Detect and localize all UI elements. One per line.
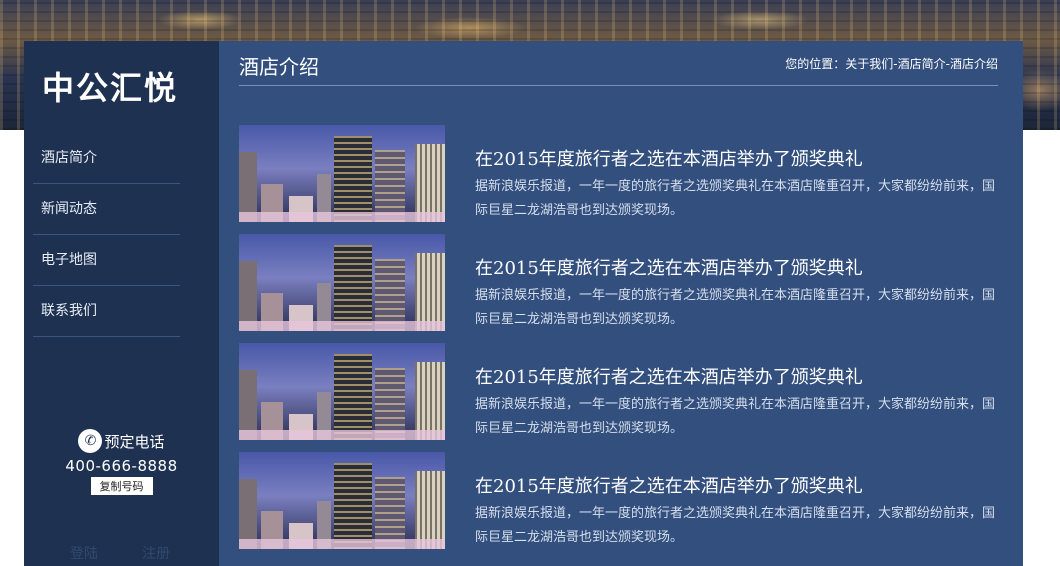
login-link[interactable]: 登陆 (70, 543, 98, 563)
article-title[interactable]: 在2015年度旅行者之选在本酒店举办了颁奖典礼 (475, 145, 1005, 171)
article-summary: 据新浪娱乐报道，一年一度的旅行者之选颁奖典礼在本酒店隆重召开，大家都纷纷前来，国… (475, 288, 996, 327)
breadcrumb-item-hotel-intro[interactable]: 酒店简介 (898, 57, 946, 71)
article-thumbnail[interactable] (239, 234, 445, 331)
article-title[interactable]: 在2015年度旅行者之选在本酒店举办了颁奖典礼 (475, 363, 1005, 389)
article-item: 在2015年度旅行者之选在本酒店举办了颁奖典礼 据新浪娱乐报道，一年一度的旅行者… (239, 234, 999, 331)
nav-item-hotel-intro[interactable]: 酒店简介 (33, 133, 180, 184)
article-item: 在2015年度旅行者之选在本酒店举办了颁奖典礼 据新浪娱乐报道，一年一度的旅行者… (239, 125, 999, 222)
booking-phone-number: 400-666-8888 (65, 457, 178, 475)
booking-phone-label: 预定电话 (104, 432, 165, 451)
breadcrumb-item-current: 酒店介绍 (949, 57, 998, 71)
auth-links: 登陆 注册 (70, 543, 190, 563)
article-title[interactable]: 在2015年度旅行者之选在本酒店举办了颁奖典礼 (475, 472, 1005, 498)
breadcrumb-item-about[interactable]: 关于我们 (845, 57, 893, 71)
title-divider (239, 85, 998, 86)
brand-logo[interactable]: 中公汇悦 (42, 63, 202, 109)
breadcrumb-prefix: 您的位置： (785, 57, 846, 71)
booking-phone-heading: ✆ 预定电话 (24, 429, 219, 453)
article-summary: 据新浪娱乐报道，一年一度的旅行者之选颁奖典礼在本酒店隆重召开，大家都纷纷前来，国… (475, 397, 996, 436)
main-content: 酒店介绍 您的位置：关于我们-酒店简介-酒店介绍 在2015年度旅行者之选在本酒… (219, 41, 1023, 566)
article-summary: 据新浪娱乐报道，一年一度的旅行者之选颁奖典礼在本酒店隆重召开，大家都纷纷前来，国… (475, 179, 996, 218)
article-thumbnail[interactable] (239, 343, 445, 440)
article-item: 在2015年度旅行者之选在本酒店举办了颁奖典礼 据新浪娱乐报道，一年一度的旅行者… (239, 452, 999, 549)
sidebar: 中公汇悦 酒店简介 新闻动态 电子地图 联系我们 ✆ 预定电话 400-666-… (24, 41, 219, 566)
nav-item-news[interactable]: 新闻动态 (33, 184, 180, 235)
booking-phone-block: ✆ 预定电话 400-666-8888 复制号码 (24, 429, 219, 495)
nav-item-map[interactable]: 电子地图 (33, 235, 180, 286)
article-thumbnail[interactable] (239, 125, 445, 222)
copy-number-button[interactable]: 复制号码 (90, 477, 153, 495)
article-item: 在2015年度旅行者之选在本酒店举办了颁奖典礼 据新浪娱乐报道，一年一度的旅行者… (239, 343, 999, 440)
article-summary: 据新浪娱乐报道，一年一度的旅行者之选颁奖典礼在本酒店隆重召开，大家都纷纷前来，国… (475, 506, 996, 545)
page-title: 酒店介绍 (239, 55, 319, 79)
sidebar-nav: 酒店简介 新闻动态 电子地图 联系我们 (33, 133, 180, 337)
phone-icon: ✆ (78, 429, 103, 453)
breadcrumb: 您的位置：关于我们-酒店简介-酒店介绍 (785, 55, 998, 72)
article-thumbnail[interactable] (239, 452, 445, 549)
nav-item-contact[interactable]: 联系我们 (33, 286, 180, 337)
article-title[interactable]: 在2015年度旅行者之选在本酒店举办了颁奖典礼 (475, 254, 1005, 280)
register-link[interactable]: 注册 (142, 543, 170, 563)
